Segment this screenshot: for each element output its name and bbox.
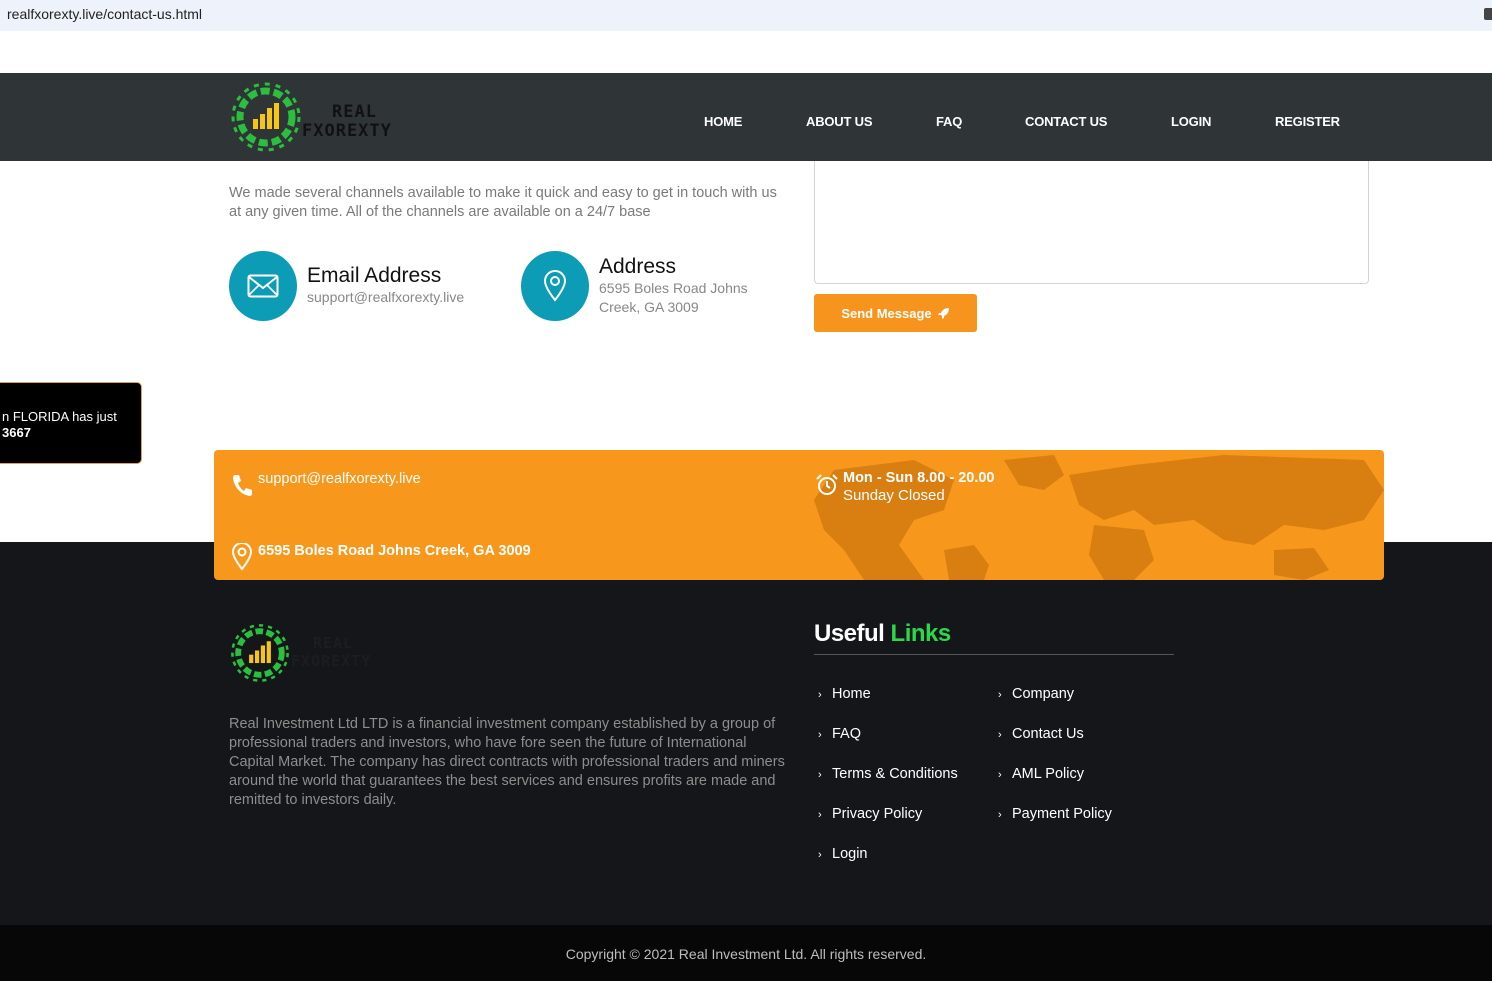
map-pin-icon <box>543 270 567 302</box>
chevron-right-icon: › <box>818 729 822 741</box>
nav-register[interactable]: REGISTER <box>1275 114 1340 129</box>
address-line1: 6595 Boles Road Johns <box>599 280 748 296</box>
main-nav: HOME ABOUT US FAQ CONTACT US LOGIN REGIS… <box>0 114 1492 134</box>
nav-contact-us[interactable]: CONTACT US <box>1025 114 1107 129</box>
footer-link-company[interactable]: › Company <box>998 686 1074 702</box>
useful-links-title-1: Useful <box>814 620 885 647</box>
live-notification-popup: n FLORIDA has just 3667 <box>0 382 142 464</box>
band-address: 6595 Boles Road Johns Creek, GA 3009 <box>258 543 531 559</box>
nav-faq[interactable]: FAQ <box>936 114 962 129</box>
footer-link-faq[interactable]: › FAQ <box>818 726 861 742</box>
nav-about-us[interactable]: ABOUT US <box>806 114 872 129</box>
footer-link-payment-policy[interactable]: › Payment Policy <box>998 806 1112 822</box>
footer-link-terms[interactable]: › Terms & Conditions <box>818 766 958 782</box>
footer-link-label: Privacy Policy <box>832 806 923 822</box>
email-value[interactable]: support@realfxorexty.live <box>307 288 464 307</box>
footer-link-label: Company <box>1012 686 1075 702</box>
phone-icon <box>233 475 252 496</box>
browser-url-bar[interactable]: realfxorexty.live/contact-us.html <box>0 0 1492 31</box>
footer-link-contact-us[interactable]: › Contact Us <box>998 726 1084 742</box>
chevron-right-icon: › <box>818 769 822 781</box>
chevron-right-icon: › <box>818 809 822 821</box>
useful-links-divider <box>814 654 1174 655</box>
footer-logo-emblem-icon <box>231 624 289 682</box>
footer-link-label: AML Policy <box>1012 766 1084 782</box>
footer-link-label: Home <box>832 686 871 702</box>
footer-contact-band: support@realfxorexty.live Mon - Sun 8.00… <box>214 450 1384 580</box>
footer-link-label: FAQ <box>832 726 862 742</box>
rocket-icon <box>937 307 949 319</box>
band-email[interactable]: support@realfxorexty.live <box>258 471 421 487</box>
location-pin-icon <box>231 543 253 571</box>
footer-logo-line2: FXOREXTY <box>291 652 372 670</box>
footer-link-home[interactable]: › Home <box>818 686 871 702</box>
nav-login[interactable]: LOGIN <box>1171 114 1211 129</box>
address-line2: Creek, GA 3009 <box>599 299 699 315</box>
extension-icon[interactable] <box>1484 8 1492 20</box>
footer-link-aml-policy[interactable]: › AML Policy <box>998 766 1084 782</box>
copyright-text: Copyright © 2021 Real Investment Ltd. Al… <box>565 946 927 962</box>
alarm-clock-icon <box>816 474 838 495</box>
email-icon-circle <box>229 251 297 321</box>
nav-home[interactable]: HOME <box>704 114 742 129</box>
footer-link-login[interactable]: › Login <box>818 846 867 862</box>
send-message-label: Send Message <box>841 305 932 321</box>
chevron-right-icon: › <box>998 689 1002 701</box>
useful-links-title: Useful Links <box>814 620 951 648</box>
footer-link-label: Contact Us <box>1012 726 1084 742</box>
site-header: REAL FXOREXTY HOME ABOUT US FAQ CONTACT … <box>0 73 1492 161</box>
address-icon-circle <box>521 251 589 321</box>
footer-logo-line1: REAL <box>313 634 354 652</box>
footer-logo-text: REAL FXOREXTY <box>291 634 371 670</box>
message-textarea[interactable] <box>814 161 1369 284</box>
footer-link-label: Payment Policy <box>1012 806 1112 822</box>
envelope-icon <box>247 274 279 298</box>
useful-links-title-2: Links <box>890 620 952 647</box>
chevron-right-icon: › <box>998 729 1002 741</box>
popup-line2: 3667 <box>2 425 31 440</box>
chevron-right-icon: › <box>998 809 1002 821</box>
band-closed: Sunday Closed <box>843 487 945 504</box>
footer-logo[interactable]: REAL FXOREXTY <box>229 622 399 684</box>
email-title: Email Address <box>307 264 442 287</box>
chevron-right-icon: › <box>998 769 1002 781</box>
footer-link-label: Login <box>832 846 868 862</box>
send-message-button[interactable]: Send Message <box>814 294 977 332</box>
band-hours: Mon - Sun 8.00 - 20.00 <box>843 470 995 486</box>
url-text[interactable]: realfxorexty.live/contact-us.html <box>7 6 202 22</box>
contact-intro: We made several channels available to ma… <box>229 185 777 220</box>
address-title: Address <box>599 255 677 278</box>
chevron-right-icon: › <box>818 689 822 701</box>
footer-about-text: Real Investment Ltd LTD is a financial i… <box>229 716 785 808</box>
popup-line1: n FLORIDA has just <box>2 409 117 424</box>
footer-link-label: Terms & Conditions <box>832 766 958 782</box>
chevron-right-icon: › <box>818 849 822 861</box>
footer-link-privacy-policy[interactable]: › Privacy Policy <box>818 806 922 822</box>
